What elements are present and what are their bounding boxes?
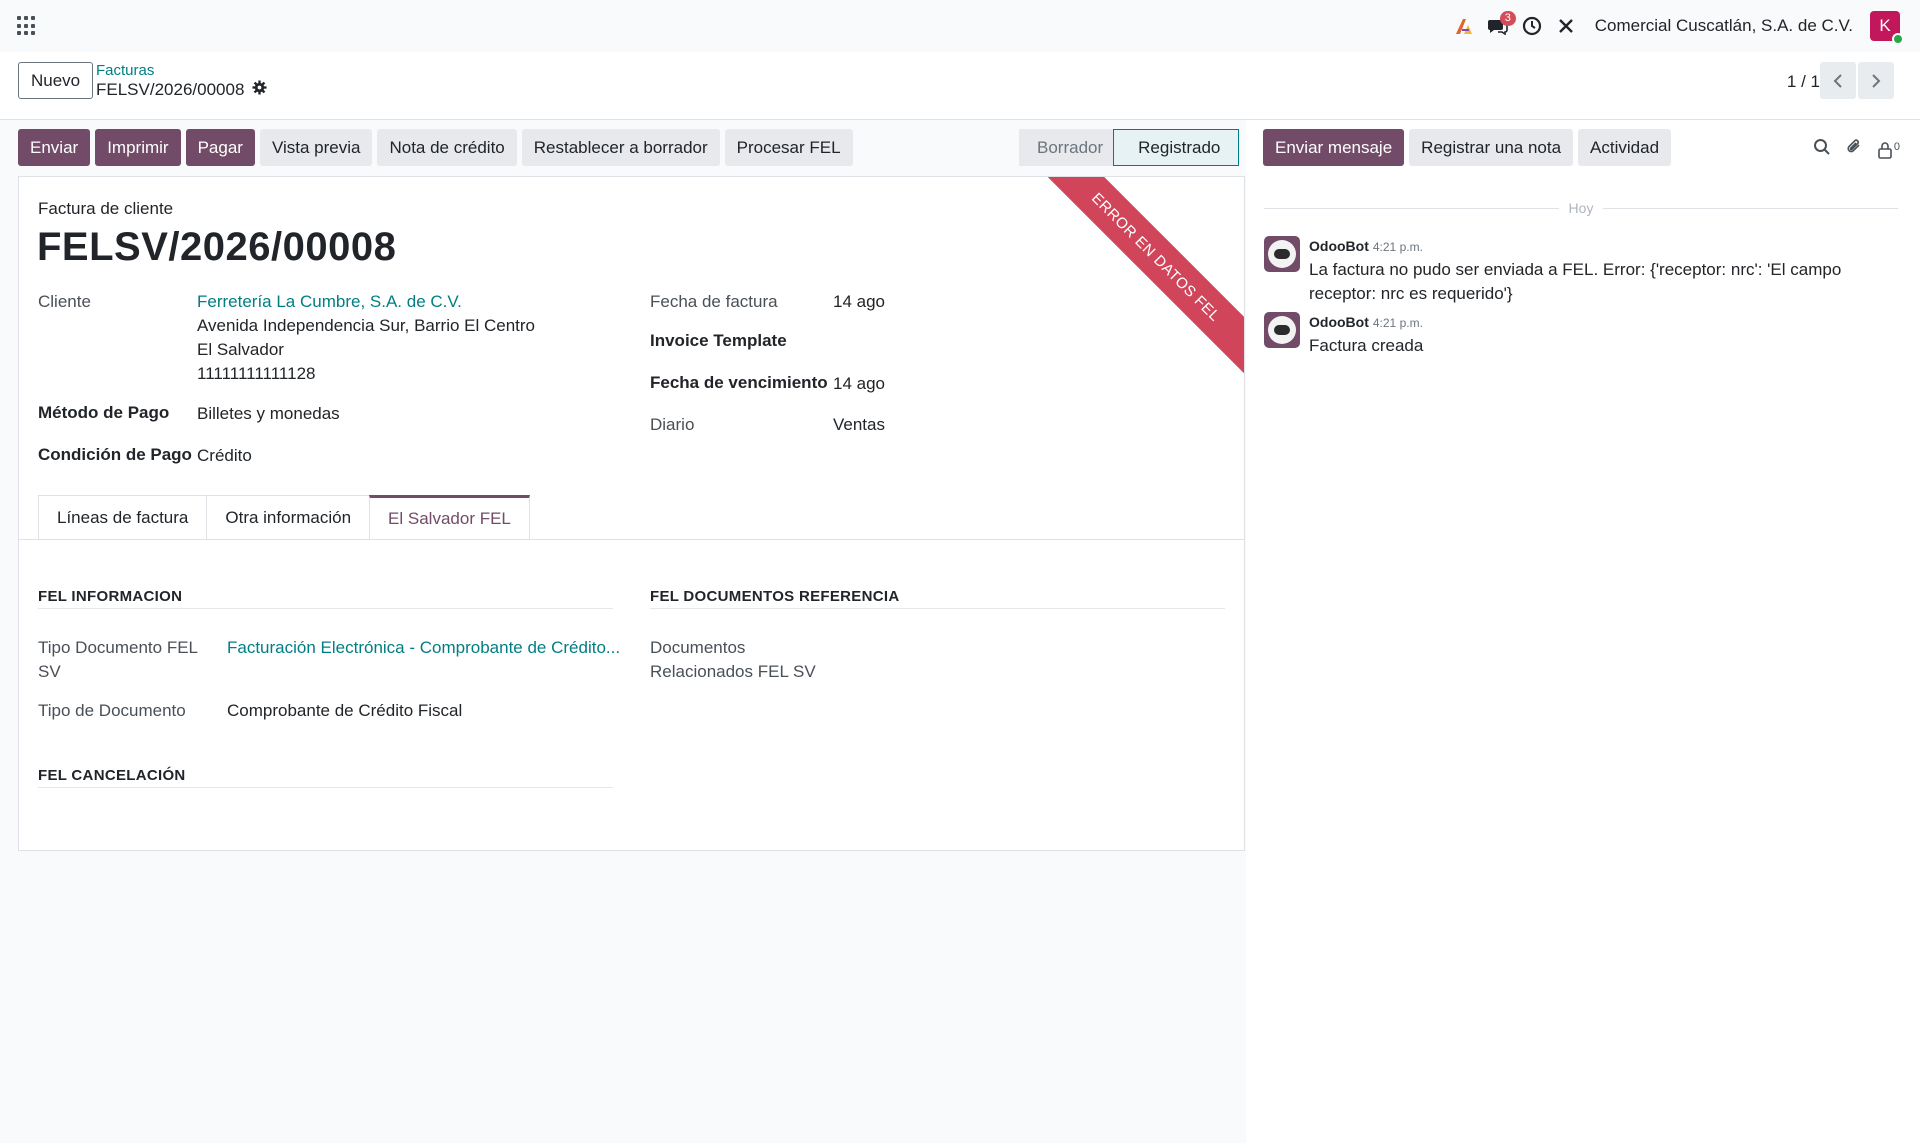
odoobot-avatar — [1264, 236, 1300, 272]
related-docs-label-line2: Relacionados FEL SV — [650, 662, 816, 681]
tab-el-salvador-fel[interactable]: El Salvador FEL — [369, 495, 530, 540]
journal-label: Diario — [650, 415, 695, 434]
customer-link[interactable]: Ferretería La Cumbre, S.A. de C.V. — [197, 292, 462, 312]
fel-reference-section-title: FEL DOCUMENTOS REFERENCIA — [650, 588, 900, 605]
print-button[interactable]: Imprimir — [95, 129, 181, 166]
message-text: Factura creada — [1309, 336, 1424, 355]
payment-term-label: Condición de Pago — [38, 445, 192, 464]
reset-to-draft-button[interactable]: Restablecer a borrador — [521, 129, 720, 166]
form-action-buttons: Enviar Imprimir Pagar Vista previa Nota … — [18, 129, 853, 166]
chat-message: OdooBot 4:21 p.m. Factura creada — [1264, 312, 1909, 358]
message-time: 4:21 p.m. — [1372, 240, 1423, 254]
pay-button[interactable]: Pagar — [185, 129, 255, 166]
process-fel-button[interactable]: Procesar FEL — [724, 129, 853, 166]
navbar-systray: 3 Comercial Cuscatlán, S.A. de C.V. K — [1447, 0, 1920, 52]
date-separator: Hoy — [1264, 200, 1898, 216]
top-navbar: 3 Comercial Cuscatlán, S.A. de C.V. K — [0, 0, 1920, 52]
customer-address-line1: Avenida Independencia Sur, Barrio El Cen… — [197, 316, 536, 335]
fel-doc-type-label-line1: Tipo Documento FEL — [38, 638, 198, 657]
pager-previous-button[interactable] — [1820, 62, 1856, 99]
odoobot-avatar — [1264, 312, 1300, 348]
document-type-field[interactable]: Comprobante de Crédito Fiscal — [227, 701, 462, 721]
chatter-panel: Enviar mensaje Registrar una nota Activi… — [1246, 120, 1920, 1143]
message-text: La factura no pudo ser enviada a FEL. Er… — [1309, 260, 1842, 303]
log-note-button[interactable]: Registrar una nota — [1409, 129, 1574, 166]
payment-method-label: Método de Pago — [38, 403, 170, 422]
due-date-field[interactable]: 14 ago — [833, 374, 885, 394]
control-panel: Nuevo Facturas FELSV/2026/00008 1 / 1 — [0, 52, 1920, 120]
chatter-tools: 0 — [1813, 138, 1900, 161]
error-ribbon: ERROR EN DATOS FEL — [1035, 177, 1244, 378]
journal-field[interactable]: Ventas — [833, 415, 885, 435]
gear-icon[interactable] — [252, 80, 267, 100]
fel-doc-type-label-line2: SV — [38, 662, 61, 681]
payment-term-field[interactable]: Crédito — [197, 446, 252, 466]
fel-doc-type-link[interactable]: Facturación Electrónica - Comprobante de… — [227, 638, 620, 658]
chevron-left-icon — [1833, 73, 1842, 88]
followers-button[interactable]: 0 — [1877, 141, 1900, 159]
search-icon[interactable] — [1813, 138, 1831, 161]
new-button[interactable]: Nuevo — [18, 62, 94, 99]
invoice-title: FELSV/2026/00008 — [37, 225, 397, 269]
messages-icon[interactable]: 3 — [1481, 9, 1516, 43]
tabs-divider — [19, 539, 1244, 540]
customer-label: Cliente — [38, 292, 91, 311]
status-bar: Borrador Registrado — [1019, 129, 1240, 166]
payment-method-field[interactable]: Billetes y monedas — [197, 404, 340, 424]
section-divider — [38, 787, 613, 788]
breadcrumb-current: FELSV/2026/00008 — [96, 80, 267, 100]
fel-info-section-title: FEL INFORMACION — [38, 588, 183, 605]
credit-note-button[interactable]: Nota de crédito — [377, 129, 517, 166]
message-author[interactable]: OdooBot — [1309, 314, 1369, 330]
pager-value[interactable]: 1 / 1 — [1787, 72, 1820, 92]
breadcrumb-parent[interactable]: Facturas — [96, 62, 154, 79]
company-switcher[interactable]: Comercial Cuscatlán, S.A. de C.V. — [1595, 16, 1853, 36]
invoice-date-label: Fecha de factura — [650, 292, 778, 311]
customer-vat: 11111111111128 — [197, 364, 316, 383]
clock-icon[interactable] — [1515, 9, 1549, 43]
user-avatar[interactable]: K — [1870, 11, 1904, 45]
due-date-label: Fecha de vencimiento — [650, 373, 828, 392]
invoice-template-label: Invoice Template — [650, 331, 787, 350]
preview-button[interactable]: Vista previa — [259, 129, 373, 166]
status-draft[interactable]: Borrador — [1019, 129, 1114, 166]
invoice-date-field[interactable]: 14 ago — [833, 292, 885, 312]
form-tabs: Líneas de factura Otra información El Sa… — [38, 495, 530, 540]
message-time: 4:21 p.m. — [1372, 316, 1423, 330]
document-type-label: Factura de cliente — [38, 199, 174, 218]
status-posted[interactable]: Registrado — [1113, 129, 1240, 166]
paperclip-icon[interactable] — [1845, 138, 1863, 161]
tools-icon[interactable] — [1549, 9, 1583, 43]
chatter-actions: Enviar mensaje Registrar una nota Activi… — [1263, 129, 1672, 166]
tab-other-info[interactable]: Otra información — [206, 495, 371, 540]
send-button[interactable]: Enviar — [18, 129, 91, 166]
lock-icon — [1878, 141, 1892, 159]
activity-button[interactable]: Actividad — [1578, 129, 1672, 166]
tab-invoice-lines[interactable]: Líneas de factura — [38, 495, 208, 540]
pager-next-button[interactable] — [1858, 62, 1894, 99]
followers-count: 0 — [1893, 140, 1900, 153]
online-status-dot — [1892, 33, 1904, 45]
related-docs-label-line1: Documentos — [650, 638, 746, 657]
section-divider — [650, 608, 1225, 609]
messages-badge: 3 — [1499, 11, 1516, 26]
invoice-form-sheet: ERROR EN DATOS FEL Factura de cliente FE… — [18, 176, 1245, 851]
customer-address-line2: El Salvador — [197, 340, 284, 359]
ai-icon[interactable] — [1447, 9, 1481, 43]
send-message-button[interactable]: Enviar mensaje — [1263, 129, 1405, 166]
fel-cancellation-section-title: FEL CANCELACIÓN — [38, 767, 186, 784]
section-divider — [38, 608, 613, 609]
apps-menu-icon[interactable] — [17, 16, 37, 36]
chat-message: OdooBot 4:21 p.m. La factura no pudo ser … — [1264, 236, 1909, 306]
document-type-field-label: Tipo de Documento — [38, 701, 186, 720]
message-author[interactable]: OdooBot — [1309, 238, 1369, 254]
chevron-right-icon — [1872, 73, 1881, 88]
